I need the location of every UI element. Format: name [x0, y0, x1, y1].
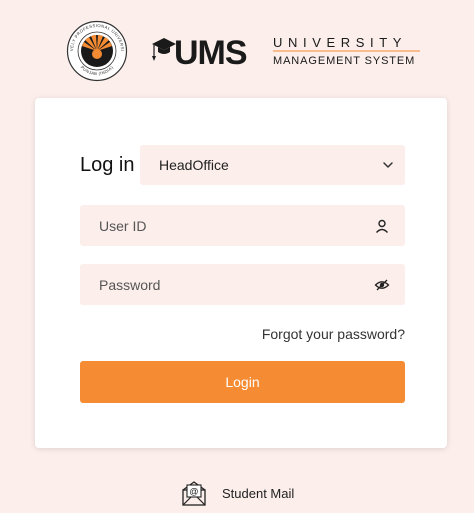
user-icon	[375, 219, 389, 233]
university-seal-logo: LOVELY PROFESSIONAL UNIVERSITY PUNJAB (I…	[66, 20, 128, 82]
svg-text:@: @	[189, 487, 198, 497]
chevron-down-icon	[383, 162, 393, 168]
student-mail-link[interactable]: @ Student Mail	[180, 478, 294, 508]
campus-select-value: HeadOffice	[159, 157, 229, 173]
campus-select[interactable]: HeadOffice	[140, 145, 405, 185]
password-placeholder: Password	[99, 276, 161, 293]
login-card: Log in HeadOffice User ID Password Forgo…	[35, 98, 447, 448]
login-heading: Log in	[80, 154, 135, 176]
logo-university-text: UNIVERSITY	[273, 35, 407, 50]
user-id-placeholder: User ID	[99, 217, 147, 234]
logo-subtitle-text: MANAGEMENT SYSTEM	[273, 55, 415, 67]
user-id-field[interactable]: User ID	[80, 205, 405, 246]
forgot-password-link[interactable]: Forgot your password?	[262, 326, 405, 342]
login-button[interactable]: Login	[80, 361, 405, 403]
logo-ums-text: UMS	[174, 34, 247, 72]
mail-icon: @	[182, 481, 206, 506]
eye-slash-icon[interactable]	[374, 277, 390, 293]
password-field[interactable]: Password	[80, 264, 405, 305]
student-mail-label: Student Mail	[222, 485, 295, 501]
ums-logo: UMS UNIVERSITY MANAGEMENT SYSTEM	[152, 34, 420, 72]
